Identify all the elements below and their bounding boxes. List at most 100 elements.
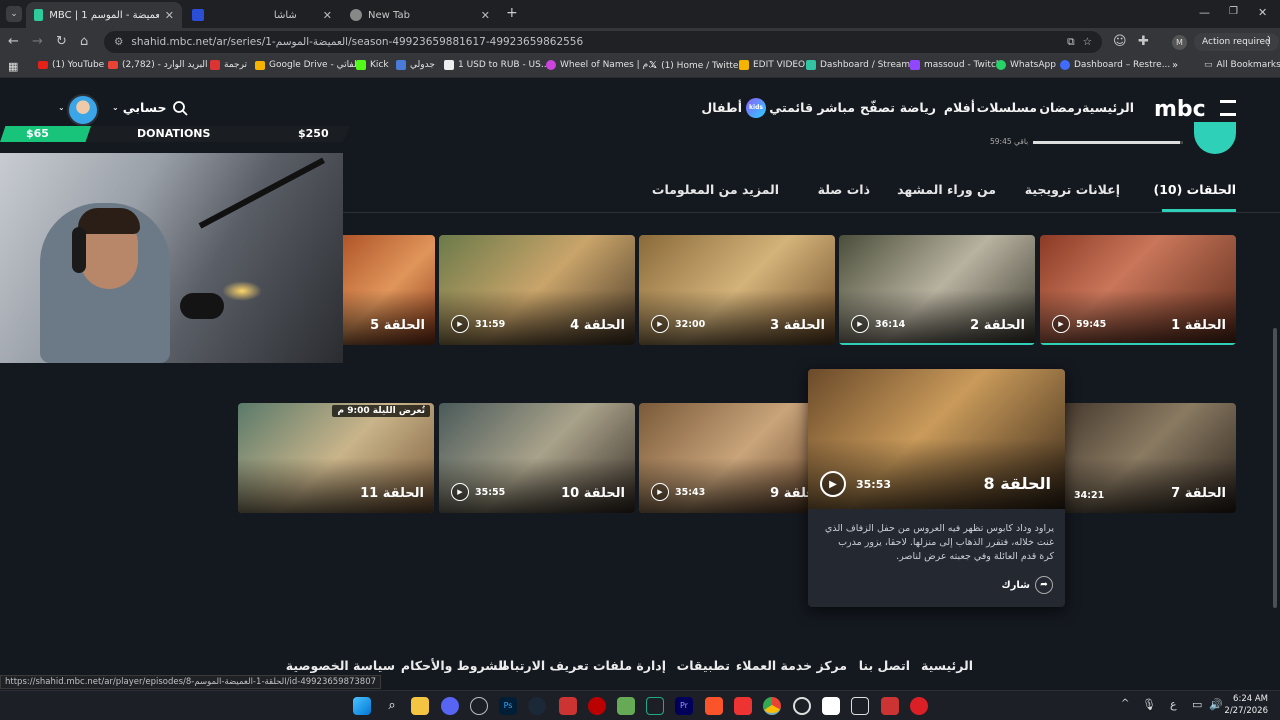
footer-apps[interactable]: تطبيقات xyxy=(677,658,730,673)
close-tab-icon[interactable]: ✕ xyxy=(323,9,332,22)
tab-shasha[interactable]: شاشا ✕ xyxy=(184,4,340,26)
play-icon[interactable]: ▶ xyxy=(651,315,669,333)
close-window-icon[interactable]: ✕ xyxy=(1258,6,1267,19)
nav-live[interactable]: مباشر xyxy=(817,100,855,115)
nav-ramadan[interactable]: رمضان xyxy=(1039,100,1082,115)
tab-episodes[interactable]: الحلقات (10) xyxy=(1153,182,1236,197)
episode-card-2[interactable]: الحلقة 2 ▶ 36:14 xyxy=(839,235,1035,345)
reload-icon[interactable]: ↻ xyxy=(56,34,67,50)
close-tab-icon[interactable]: ✕ xyxy=(165,9,174,22)
footer-cookies[interactable]: إدارة ملفات تعريف الارتباط xyxy=(497,658,666,673)
episode-card-7[interactable]: الحلقة 7 34:21 xyxy=(1040,403,1236,513)
play-icon[interactable]: ▶ xyxy=(851,315,869,333)
nav-series[interactable]: مسلسلات xyxy=(977,100,1037,115)
bookmark-translate[interactable]: ترجمة xyxy=(210,60,247,70)
network-icon[interactable]: ▭ xyxy=(1192,698,1202,711)
nav-my-list[interactable]: قائمتي xyxy=(769,100,813,115)
apps-grid-icon[interactable]: ▦ xyxy=(8,60,18,73)
creative-cloud-icon[interactable] xyxy=(910,697,928,715)
bookmark-whatsapp[interactable]: WhatsApp xyxy=(996,60,1056,70)
premiere-icon[interactable]: Pr xyxy=(675,697,693,715)
site-info-icon[interactable]: ⚙ xyxy=(114,36,123,48)
capcut-icon[interactable] xyxy=(822,697,840,715)
bookmark-edit-video[interactable]: EDIT VIDEO xyxy=(739,60,805,70)
chrome-icon[interactable] xyxy=(763,697,781,715)
tab-search-button[interactable]: ⌄ xyxy=(6,6,22,22)
new-tab-button[interactable]: + xyxy=(506,5,518,21)
obs-icon[interactable] xyxy=(793,697,811,715)
tray-chevron-icon[interactable]: ^ xyxy=(1121,698,1129,709)
episode-card-1[interactable]: الحلقة 1 ▶ 59:45 xyxy=(1040,235,1236,345)
more-bookmarks-icon[interactable]: » xyxy=(1172,60,1178,71)
nav-movies[interactable]: أفلام xyxy=(944,100,975,115)
install-app-icon[interactable]: ⧉ xyxy=(1067,36,1075,49)
page-scrollbar[interactable] xyxy=(1273,328,1277,608)
bookmark-gmail[interactable]: البريد الوارد - (2,782) xyxy=(108,60,208,70)
forward-icon[interactable]: → xyxy=(32,34,43,50)
input-language[interactable]: ع xyxy=(1170,698,1177,711)
footer-home[interactable]: الرئيسية xyxy=(921,658,973,673)
app-icon[interactable] xyxy=(559,697,577,715)
brave-icon[interactable] xyxy=(705,697,723,715)
home-icon[interactable]: ⌂ xyxy=(80,34,88,50)
bookmark-stream-dashboard[interactable]: Dashboard / Stream... xyxy=(806,60,919,70)
tab-new[interactable]: New Tab ✕ xyxy=(342,4,498,26)
avatar[interactable] xyxy=(67,94,99,126)
back-icon[interactable]: ← xyxy=(8,34,19,50)
bookmark-usd-rub[interactable]: 1 USD to RUB - US... xyxy=(444,60,549,70)
footer-contact[interactable]: اتصل بنا xyxy=(859,658,910,673)
tab-behind-the-scenes[interactable]: من وراء المشهد xyxy=(897,182,996,197)
close-tab-icon[interactable]: ✕ xyxy=(481,9,490,22)
eu-app-icon[interactable] xyxy=(881,697,899,715)
tab-more-info[interactable]: المزيد من المعلومات xyxy=(652,182,779,197)
start-icon[interactable] xyxy=(353,697,371,715)
tab-trailers[interactable]: إعلانات ترويجية xyxy=(1025,182,1120,197)
share-button[interactable]: شارك ➦ xyxy=(1001,576,1053,594)
tab-shahid[interactable]: MBC | 1 شاهد العميضة - الموسم ✕ xyxy=(26,2,182,28)
avatar-chevron-icon[interactable]: ⌄ xyxy=(58,103,65,112)
app-window-icon[interactable] xyxy=(851,697,869,715)
file-explorer-icon[interactable] xyxy=(411,697,429,715)
hero-play-button[interactable] xyxy=(1194,122,1236,154)
tab-related[interactable]: ذات صلة xyxy=(818,182,870,197)
bookmark-twitter[interactable]: 𝕏 (1) Home / Twitter xyxy=(649,60,742,71)
search-icon[interactable] xyxy=(172,100,188,116)
episode-card-5[interactable]: الحلقة 5 xyxy=(343,235,435,345)
play-icon[interactable]: ▶ xyxy=(1052,315,1070,333)
acrobat-icon[interactable] xyxy=(734,697,752,715)
profile-avatar[interactable]: M xyxy=(1172,35,1187,50)
bookmark-star-icon[interactable]: ☆ xyxy=(1083,36,1092,48)
steam-icon[interactable] xyxy=(528,697,546,715)
nav-sports[interactable]: رياضة xyxy=(900,100,936,115)
search-icon[interactable]: ⌕ xyxy=(383,697,401,715)
mic-icon[interactable]: 🎙 xyxy=(1142,698,1156,711)
bookmark-youtube[interactable]: (1) YouTube xyxy=(38,60,104,70)
minimize-icon[interactable]: — xyxy=(1199,6,1210,19)
clock-date[interactable]: 2/27/2026 xyxy=(1224,706,1268,716)
episode-card-4[interactable]: الحلقة 4 ▶ 31:59 xyxy=(439,235,635,345)
account-menu[interactable]: ⌄ حسابي xyxy=(112,100,166,116)
episode-hover-card[interactable]: الحلقة 8 ▶ 35:53 يراود وداد كابوس تظهر ف… xyxy=(808,369,1065,607)
footer-customer-service[interactable]: مركز خدمة العملاء xyxy=(736,658,847,673)
play-icon[interactable]: ▶ xyxy=(451,315,469,333)
photoshop-icon[interactable]: Ps xyxy=(499,697,517,715)
episode-card-11[interactable]: تُعرض الليلة 9:00 م الحلقة 11 xyxy=(238,403,434,513)
bookmark-wheel[interactable]: Wheel of Names | م... xyxy=(546,60,657,70)
nav-browse[interactable]: تصفّح xyxy=(860,100,895,115)
game-icon[interactable] xyxy=(617,697,635,715)
footer-privacy[interactable]: سياسة الخصوصية xyxy=(286,658,395,673)
redbull-icon[interactable] xyxy=(588,697,606,715)
play-icon[interactable]: ▶ xyxy=(820,471,846,497)
bookmark-restream[interactable]: Dashboard – Restre... xyxy=(1060,60,1170,70)
episode-card-9[interactable]: الحلقة 9 ▶ 35:43 xyxy=(639,403,835,513)
nav-kids[interactable]: أطفال xyxy=(701,100,742,115)
address-bar[interactable]: ⚙ shahid.mbc.net/ar/series/1-العميضة-الم… xyxy=(104,31,1102,53)
bookmark-kick[interactable]: Kick xyxy=(356,60,389,70)
excel-icon[interactable] xyxy=(646,697,664,715)
clock-time[interactable]: 6:24 AM xyxy=(1224,694,1268,704)
bookmark-twitch[interactable]: massoud - Twitch xyxy=(910,60,1002,70)
all-bookmarks-button[interactable]: ▭ All Bookmarks xyxy=(1204,60,1280,70)
footer-terms[interactable]: الشروط والأحكام xyxy=(401,658,507,673)
menu-dots-icon[interactable]: ⋮ xyxy=(1262,34,1275,50)
discord-icon[interactable] xyxy=(441,697,459,715)
